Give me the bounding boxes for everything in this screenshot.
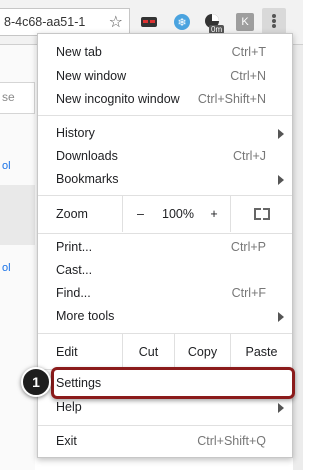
step-number: 1 <box>32 374 40 390</box>
menu-item-new-tab[interactable]: New tab Ctrl+T <box>38 41 292 64</box>
step-number-badge: 1 <box>21 367 51 397</box>
incognito-extension-icon[interactable] <box>140 13 158 31</box>
address-bar[interactable]: 8-4c68-aa51-1 ☆ <box>0 8 130 36</box>
submenu-arrow-icon <box>278 175 284 185</box>
menu-item-label: Print... <box>56 240 93 254</box>
menu-item-shortcut: Ctrl+P <box>230 240 266 254</box>
submenu-arrow-icon <box>278 312 284 322</box>
menu-item-exit[interactable]: Exit Ctrl+Shift+Q <box>38 430 292 453</box>
chrome-menu-button[interactable] <box>262 8 286 34</box>
menu-item-print[interactable]: Print... Ctrl+P <box>38 236 292 259</box>
menu-item-label: Exit <box>56 434 77 448</box>
menu-item-downloads[interactable]: Downloads Ctrl+J <box>38 145 292 168</box>
zoom-label: Zoom <box>56 207 88 221</box>
page-link-sliver: ol <box>2 160 11 172</box>
menu-item-label: Bookmarks <box>56 172 119 186</box>
page-block-sliver <box>0 185 35 245</box>
menu-divider <box>38 115 292 116</box>
menu-item-label: New tab <box>56 45 102 59</box>
svg-text:❄: ❄ <box>177 16 186 29</box>
paste-label: Paste <box>245 344 278 359</box>
zoom-out-label: – <box>137 207 144 221</box>
menu-item-bookmarks[interactable]: Bookmarks <box>38 168 292 191</box>
menu-divider <box>38 233 292 234</box>
bookmark-star-icon[interactable]: ☆ <box>109 12 123 32</box>
menu-item-shortcut: Ctrl+F <box>231 286 266 300</box>
menu-item-new-window[interactable]: New window Ctrl+N <box>38 65 292 88</box>
zoom-level-value: 100% <box>162 207 194 221</box>
menu-item-label: Downloads <box>56 149 118 163</box>
zoom-in-button[interactable]: + <box>198 196 230 232</box>
cut-label: Cut <box>138 344 159 359</box>
menu-item-label: Cast... <box>56 263 93 277</box>
settings-highlight-box <box>51 367 295 399</box>
paste-button[interactable]: Paste <box>230 334 292 369</box>
menu-item-label: Find... <box>56 286 91 300</box>
zoom-out-button[interactable]: – <box>122 196 158 232</box>
profile-k-label: K <box>241 16 249 28</box>
edit-label: Edit <box>56 345 78 359</box>
copy-label: Copy <box>187 344 218 359</box>
menu-item-history[interactable]: History <box>38 122 292 145</box>
menu-dot-icon <box>272 19 276 23</box>
menu-item-label: Help <box>56 400 82 414</box>
menu-dot-icon <box>272 14 276 18</box>
menu-item-cast[interactable]: Cast... <box>38 259 292 282</box>
zoom-in-label: + <box>210 207 218 221</box>
submenu-arrow-icon <box>278 129 284 139</box>
page-content-right <box>293 45 303 470</box>
copy-button[interactable]: Copy <box>174 334 230 369</box>
profile-k-icon[interactable]: K <box>236 13 254 31</box>
submenu-arrow-icon <box>278 403 284 413</box>
edit-row: Edit Cut Copy Paste <box>38 334 292 369</box>
menu-item-new-incognito-window[interactable]: New incognito window Ctrl+Shift+N <box>38 88 292 111</box>
menu-item-label: History <box>56 126 95 140</box>
zoom-row: Zoom – 100% + <box>38 196 292 232</box>
fullscreen-icon <box>253 208 270 220</box>
menu-item-shortcut: Ctrl+N <box>230 69 266 83</box>
menu-item-shortcut: Ctrl+Shift+N <box>197 92 266 106</box>
fullscreen-button[interactable] <box>230 196 292 232</box>
menu-item-shortcut: Ctrl+Shift+Q <box>197 434 266 448</box>
page-input-sliver: se <box>0 82 35 114</box>
menu-item-shortcut: Ctrl+T <box>231 45 266 59</box>
menu-divider <box>38 425 292 426</box>
page-input-text: se <box>2 90 15 104</box>
menu-item-find[interactable]: Find... Ctrl+F <box>38 282 292 305</box>
snowflake-extension-icon[interactable]: ❄ <box>173 13 191 31</box>
zoom-level: 100% <box>158 196 198 232</box>
page-link-sliver: ol <box>2 262 11 274</box>
timer-extension-icon[interactable]: 0m <box>204 13 225 34</box>
menu-item-help[interactable]: Help <box>38 396 292 419</box>
menu-item-label: New incognito window <box>56 92 180 106</box>
menu-item-label: New window <box>56 69 127 83</box>
menu-item-label: More tools <box>56 309 115 323</box>
url-text: 8-4c68-aa51-1 <box>4 15 86 29</box>
menu-item-more-tools[interactable]: More tools <box>38 305 292 328</box>
menu-dot-icon <box>272 24 276 28</box>
menu-item-shortcut: Ctrl+J <box>233 149 266 163</box>
cut-button[interactable]: Cut <box>122 334 174 369</box>
